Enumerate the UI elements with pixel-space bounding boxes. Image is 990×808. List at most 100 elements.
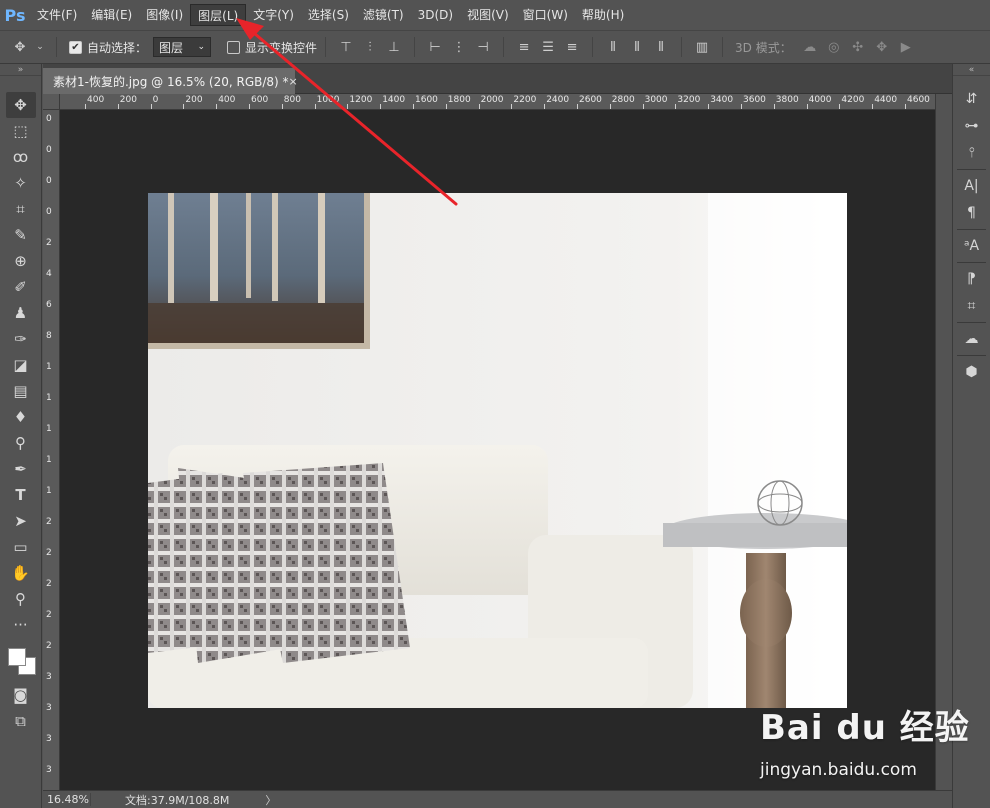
clone-stamp-tool-icon[interactable]: ♟ [6, 300, 36, 326]
magic-wand-tool-icon[interactable]: ✧ [6, 170, 36, 196]
ruler-origin[interactable] [43, 94, 60, 110]
ruler-label: 4400 [874, 95, 898, 105]
ruler-tick [675, 104, 677, 109]
ruler-label: 2800 [611, 95, 635, 105]
menu-help[interactable]: 帮助(H) [575, 4, 631, 26]
menu-file[interactable]: 文件(F) [30, 4, 84, 26]
menu-layer[interactable]: 图层(L) [190, 4, 247, 26]
menu-type[interactable]: 文字(Y) [246, 4, 301, 26]
menu-view[interactable]: 视图(V) [460, 4, 516, 26]
screen-mode-icon[interactable]: ⧉ [6, 708, 36, 734]
paragraph-styles-icon[interactable]: ⁋ [958, 267, 986, 291]
type-tool-icon[interactable]: T [6, 482, 36, 508]
menu-select[interactable]: 选择(S) [301, 4, 356, 26]
marquee-tool-icon[interactable]: ⬚ [6, 118, 36, 144]
menu-image[interactable]: 图像(I) [139, 4, 190, 26]
align-top-icon[interactable]: ⊤ [337, 38, 355, 56]
zoom-tool-icon[interactable]: ⚲ [6, 586, 36, 612]
3d-camera-icon[interactable]: ▶ [897, 38, 915, 56]
ruler-label: 1400 [382, 95, 406, 105]
paragraph-panel-icon[interactable]: ¶ [958, 201, 986, 225]
ruler-tick [117, 104, 119, 109]
auto-select-checkbox[interactable]: ✔ [69, 40, 82, 54]
auto-align-icon[interactable]: ▥ [693, 38, 711, 56]
ruler-label: 8 [46, 331, 52, 341]
distribute-left-icon[interactable]: ⫴ [604, 38, 622, 56]
distribute-hcenter-icon[interactable]: ⦀ [628, 38, 646, 56]
distribute-vcenter-icon[interactable]: ☰ [539, 38, 557, 56]
document-image[interactable] [148, 193, 847, 708]
character-panel-icon[interactable]: A| [958, 174, 986, 198]
eraser-tool-icon[interactable]: ◪ [6, 352, 36, 378]
auto-select-target-dropdown[interactable]: 图层 ⌄ [153, 37, 212, 57]
collapse-panels-icon[interactable]: « [953, 64, 990, 76]
menu-window[interactable]: 窗口(W) [516, 4, 575, 26]
menu-edit[interactable]: 编辑(E) [84, 4, 139, 26]
libraries-panel-icon[interactable]: ☁ [958, 327, 986, 351]
3d-orbit-icon[interactable]: ☁ [801, 38, 819, 56]
3d-roll-icon[interactable]: ◎ [825, 38, 843, 56]
crop-tool-icon[interactable]: ⌗ [6, 196, 36, 222]
blur-tool-icon[interactable]: ♦ [6, 404, 36, 430]
ruler-label: 2 [46, 610, 52, 620]
chevron-down-icon[interactable]: ⌄ [35, 38, 45, 56]
brushes-panel-icon[interactable]: ⫯ [958, 141, 986, 165]
align-right-icon[interactable]: ⊣ [474, 38, 492, 56]
horizontal-ruler[interactable]: 400 200 0 200 400 600 800 1000 1200 1400 1600 1800 2… [60, 94, 935, 110]
distribute-top-icon[interactable]: ≡ [515, 38, 533, 56]
ps-logo: Ps [4, 5, 26, 25]
ruler-label: 3 [46, 734, 52, 744]
ruler-tick [741, 104, 742, 109]
history-brush-tool-icon[interactable]: ✑ [6, 326, 36, 352]
zoom-level[interactable]: 16.48% [43, 793, 91, 806]
quick-mask-icon[interactable]: ◙ [6, 682, 36, 708]
ruler-tick [872, 104, 874, 109]
hand-tool-icon[interactable]: ✋ [6, 560, 36, 586]
path-selection-tool-icon[interactable]: ➤ [6, 508, 36, 534]
color-swatches[interactable] [3, 642, 39, 678]
align-bottom-icon[interactable]: ⊥ [385, 38, 403, 56]
ruler-label: 6 [46, 300, 52, 310]
character-styles-icon[interactable]: ᵃA [958, 234, 986, 258]
align-hcenter-icon[interactable]: ⋮ [450, 38, 468, 56]
3d-panel-icon[interactable]: ⬢ [958, 360, 986, 384]
status-menu-arrow-icon[interactable]: 〉 [265, 792, 276, 808]
eyedropper-tool-icon[interactable]: ✎ [6, 222, 36, 248]
3d-slide-icon[interactable]: ✥ [873, 38, 891, 56]
baidu-jingyan-watermark: Bai du 经验 jingyan.baidu.com [760, 700, 980, 800]
vertical-scrollbar[interactable] [935, 94, 952, 790]
dodge-tool-icon[interactable]: ⚲ [6, 430, 36, 456]
healing-brush-tool-icon[interactable]: ⊕ [6, 248, 36, 274]
ruler-label: 0 [46, 114, 52, 124]
document-tab[interactable]: 素材1-恢复的.jpg @ 16.5% (20, RGB/8) * × [43, 68, 298, 94]
move-tool-preset-icon[interactable]: ✥ [11, 38, 29, 56]
crop-properties-icon[interactable]: ⌗ [958, 294, 986, 318]
options-bar: ✥ ⌄ ✔ 自动选择： 图层 ⌄ 显示变换控件 ⊤ ⫶ ⊥ ⊢ ⋮ ⊣ ≡ ☰ … [0, 30, 990, 64]
history-panel-icon[interactable]: ⇵ [958, 87, 986, 111]
menu-3d[interactable]: 3D(D) [411, 4, 460, 26]
rectangle-tool-icon[interactable]: ▭ [6, 534, 36, 560]
foreground-color-swatch[interactable] [7, 648, 26, 666]
collapse-toolbar-icon[interactable]: » [0, 64, 41, 76]
close-icon[interactable]: × [289, 75, 298, 88]
ruler-tick [609, 104, 611, 109]
ruler-label: 1 [46, 393, 52, 403]
align-left-icon[interactable]: ⊢ [426, 38, 444, 56]
pen-tool-icon[interactable]: ✒ [6, 456, 36, 482]
vertical-ruler[interactable]: 0 0 0 0 2 4 6 8 1 1 1 1 1 2 2 2 2 2 3 3 3 3 [43, 110, 60, 790]
gradient-tool-icon[interactable]: ▤ [6, 378, 36, 404]
menu-bar: Ps 文件(F) 编辑(E) 图像(I) 图层(L) 文字(Y) 选择(S) 滤… [0, 0, 990, 30]
lasso-tool-icon[interactable]: ꝏ [6, 144, 36, 170]
more-tools-icon[interactable]: ··· [6, 612, 36, 638]
align-vcenter-icon[interactable]: ⫶ [361, 38, 379, 56]
distribute-bottom-icon[interactable]: ≡ [563, 38, 581, 56]
menu-filter[interactable]: 滤镜(T) [356, 4, 411, 26]
move-tool-icon[interactable]: ✥ [5, 92, 36, 118]
brush-tool-icon[interactable]: ✐ [6, 274, 36, 300]
distribute-right-icon[interactable]: ⫴ [652, 38, 670, 56]
divider [503, 37, 505, 57]
adjustments-panel-icon[interactable]: ⊶ [958, 114, 986, 138]
divider [957, 262, 986, 263]
3d-pan-icon[interactable]: ✣ [849, 38, 867, 56]
show-transform-checkbox[interactable] [227, 40, 241, 54]
